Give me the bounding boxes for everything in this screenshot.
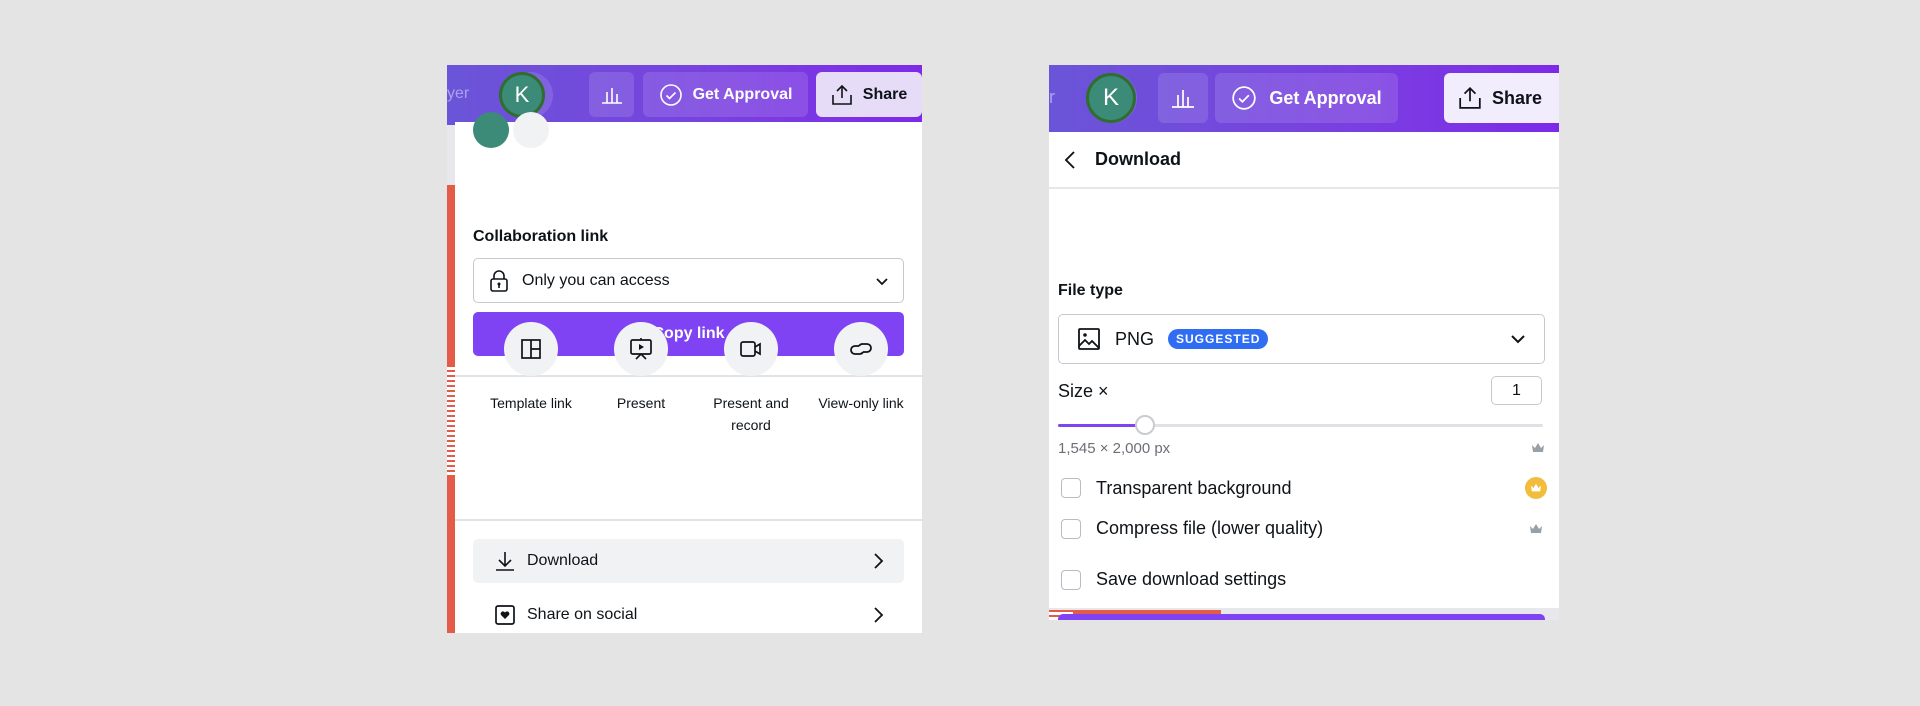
template-icon (521, 339, 541, 359)
avatar[interactable]: K (1086, 73, 1136, 123)
chevron-down-icon (1511, 335, 1525, 344)
present-option[interactable]: Present (586, 322, 696, 414)
checkbox[interactable] (1061, 569, 1081, 590)
view-only-link-option[interactable]: View-only link (806, 322, 916, 414)
menu-item-download[interactable]: Download (473, 539, 904, 583)
bar-chart-icon (1172, 90, 1194, 108)
template-link-option[interactable]: Template link (476, 322, 586, 414)
bar-chart-icon (601, 87, 622, 104)
file-type-label: File type (1058, 282, 1123, 299)
video-icon (740, 341, 761, 357)
present-and-record-option[interactable]: Present and record (696, 322, 806, 436)
premium-crown-icon (1525, 477, 1547, 499)
back-chevron-icon[interactable] (1063, 149, 1077, 171)
slider-fill (1058, 424, 1146, 427)
chevron-right-icon (874, 553, 884, 569)
crown-icon (1532, 443, 1544, 452)
get-approval-button[interactable]: Get Approval (1215, 73, 1398, 123)
slider-thumb[interactable] (1135, 415, 1156, 435)
download-panel-screenshot: r + K Get Approval Share Download File t… (1049, 65, 1559, 620)
access-dropdown[interactable]: Only you can access (473, 258, 904, 303)
chevron-down-icon (876, 277, 888, 285)
download-title: Download (1095, 149, 1181, 169)
present-icon (630, 338, 652, 360)
top-bar: r + K Get Approval Share (1049, 65, 1559, 132)
share-button[interactable]: Share (1444, 73, 1559, 123)
analytics-button[interactable] (1158, 73, 1208, 123)
image-icon (1078, 328, 1100, 350)
download-icon (496, 552, 514, 571)
heart-icon (495, 605, 515, 625)
get-approval-button[interactable]: Get Approval (643, 72, 808, 117)
save-download-settings-option[interactable]: Save download settings (1061, 569, 1547, 590)
layer-label: yer (447, 85, 470, 102)
layer-label: r (1049, 87, 1055, 107)
menu-item-share-on-social[interactable]: Share on social (473, 593, 904, 633)
share-button[interactable]: Share (816, 72, 922, 117)
download-panel: Download File type PNG SUGGESTED Size × … (1049, 132, 1559, 620)
size-label: Size × (1058, 381, 1109, 401)
transparent-background-option[interactable]: Transparent background (1061, 477, 1547, 499)
size-input[interactable]: 1 (1491, 376, 1542, 405)
download-button[interactable]: Download (1058, 614, 1545, 620)
collaboration-link-title: Collaboration link (473, 228, 609, 245)
upload-icon (831, 84, 852, 105)
lock-icon (490, 269, 508, 292)
divider (455, 519, 922, 521)
file-type-value: PNG (1115, 328, 1155, 349)
size-slider[interactable] (1058, 415, 1543, 435)
avatar[interactable] (473, 112, 509, 148)
link-icon (850, 343, 872, 355)
file-type-dropdown[interactable]: PNG SUGGESTED (1058, 314, 1545, 364)
dimensions-text: 1,545 × 2,000 px (1058, 440, 1171, 457)
analytics-button[interactable] (589, 72, 634, 117)
crown-icon (1530, 523, 1542, 533)
check-circle-icon (659, 83, 682, 106)
check-circle-icon (1232, 86, 1257, 110)
access-value: Only you can access (522, 271, 670, 289)
avatar[interactable]: K (499, 72, 545, 118)
add-person-button[interactable] (513, 112, 549, 148)
share-popup: Collaboration link Only you can access C… (455, 112, 922, 633)
chevron-right-icon (874, 607, 884, 623)
share-menu-screenshot: yer + K Get Approval Share Collaboration… (447, 65, 922, 633)
checkbox[interactable] (1061, 478, 1081, 498)
compress-file-option[interactable]: Compress file (lower quality) (1061, 518, 1547, 539)
checkbox[interactable] (1061, 518, 1081, 539)
upload-icon (1459, 86, 1481, 109)
download-header: Download (1049, 132, 1559, 189)
suggested-badge: SUGGESTED (1168, 329, 1269, 349)
